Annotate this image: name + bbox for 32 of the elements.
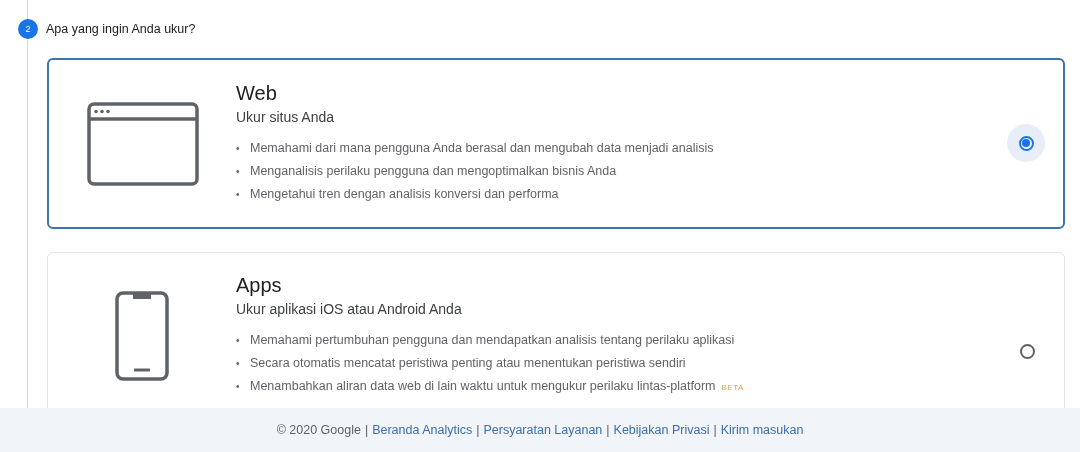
radio-button[interactable] xyxy=(1007,124,1045,162)
option-subtitle: Ukur situs Anda xyxy=(236,109,336,125)
option-title: Web xyxy=(236,82,278,105)
copyright-text: © 2020 Google xyxy=(276,423,361,437)
browser-window-icon xyxy=(86,102,199,186)
separator: | xyxy=(606,423,610,437)
beta-label: BETA xyxy=(721,382,744,394)
smartphone-icon xyxy=(115,291,169,381)
feature-text: Menambahkan aliran data web di lain waktu untuk mengukur perilaku lintas-platform xyxy=(250,378,716,395)
feature-text: Memahami pertumbuhan pengguna dan mendapatkan analisis tentang perilaku aplikasi xyxy=(250,332,735,349)
feature-text: Menganalisis perilaku pengguna dan mengoptimalkan bisnis Anda xyxy=(250,163,617,180)
footer-link[interactable]: Kirim masukan xyxy=(720,423,804,437)
bullet-mark: • xyxy=(236,357,241,371)
bullet-mark: • xyxy=(236,188,241,202)
separator: | xyxy=(364,423,369,437)
bullet-mark: • xyxy=(236,334,241,348)
feature-text: Secara otomatis mencatat peristiwa penting atau menentukan peristiwa sendiri xyxy=(250,355,686,372)
option-subtitle: Ukur aplikasi iOS atau Android Anda xyxy=(236,301,463,317)
footer-link[interactable]: Beranda Analytics xyxy=(372,423,473,437)
separator: | xyxy=(476,423,480,437)
footer-link[interactable]: Persyaratan Layanan xyxy=(483,423,603,437)
footer-link[interactable]: Kebijakan Privasi xyxy=(613,423,710,437)
step-number: 2 xyxy=(18,19,38,39)
feature-text: Mengetahui tren dengan analisis konversi dan performa xyxy=(250,186,559,203)
feature-text: Memahami dari mana pengguna Anda berasal dan mengubah data menjadi analisis xyxy=(250,140,714,157)
question-heading: Apa yang ingin Anda ukur? xyxy=(46,22,196,36)
bullet-mark: • xyxy=(236,380,241,394)
option-card[interactable] xyxy=(47,58,1065,229)
separator: | xyxy=(713,423,717,437)
bullet-mark: • xyxy=(236,165,241,179)
bullet-mark: • xyxy=(236,142,241,156)
option-title: Apps xyxy=(236,274,283,297)
